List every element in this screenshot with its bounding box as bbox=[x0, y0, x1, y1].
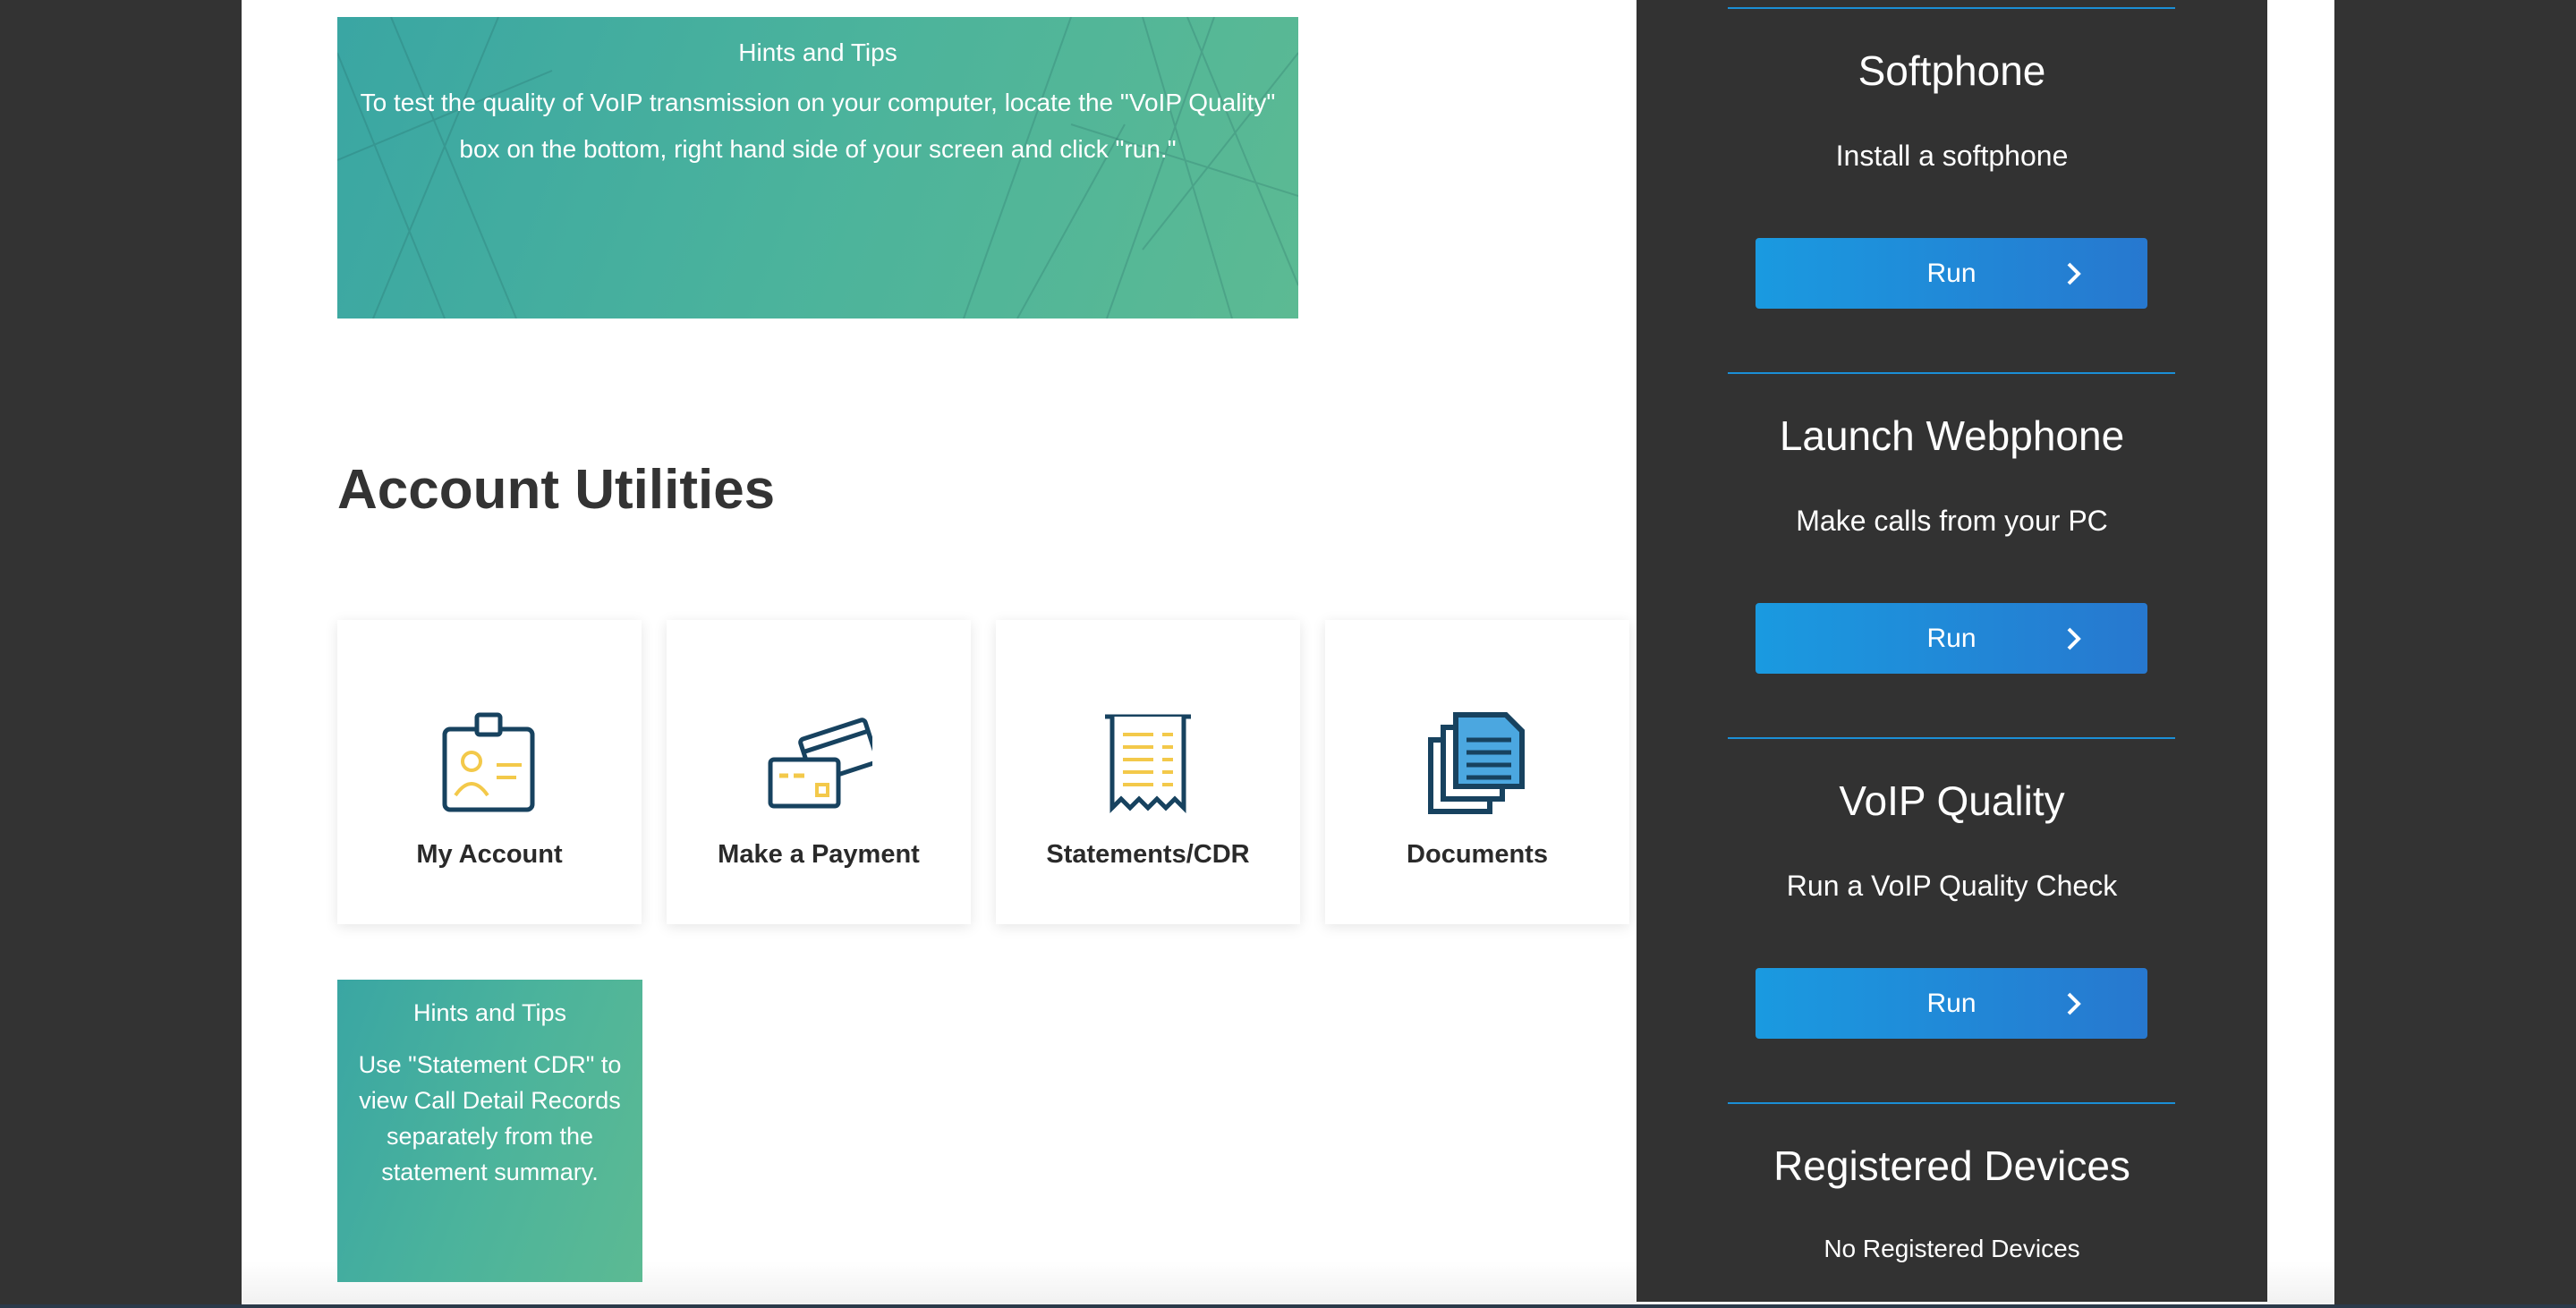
tile-statements-cdr[interactable]: Statements/CDR bbox=[996, 620, 1300, 924]
left-frame bbox=[0, 0, 242, 1308]
softphone-subtitle: Install a softphone bbox=[1835, 140, 2069, 172]
voip-quality-subtitle: Run a VoIP Quality Check bbox=[1786, 870, 2118, 902]
tile-label: My Account bbox=[416, 840, 563, 869]
documents-icon bbox=[1428, 712, 1525, 814]
section-divider bbox=[1728, 372, 2175, 374]
id-badge-icon bbox=[442, 712, 535, 812]
softphone-run-button[interactable]: Run bbox=[1756, 238, 2147, 309]
run-button-label: Run bbox=[1926, 989, 1977, 1018]
hint-title: Hints and Tips bbox=[412, 999, 567, 1026]
hint-box-voip: Hints and Tips To test the quality of Vo… bbox=[337, 17, 1298, 319]
chevron-right-icon bbox=[2067, 627, 2081, 650]
section-divider bbox=[1728, 1102, 2175, 1104]
run-button-label: Run bbox=[1926, 624, 1977, 653]
hint-text: To test the quality of VoIP transmission… bbox=[360, 89, 1276, 163]
tools-sidebar: Softphone Install a softphone Run Launch… bbox=[1637, 0, 2267, 1302]
hint-box-cdr: Hints and Tips Use "Statement CDR" to vi… bbox=[337, 980, 642, 1282]
section-title: Account Utilities bbox=[337, 459, 776, 521]
tile-label: Statements/CDR bbox=[1046, 840, 1250, 869]
registered-devices-title: Registered Devices bbox=[1773, 1142, 2130, 1189]
payment-cards-icon bbox=[768, 718, 872, 809]
receipt-icon bbox=[1105, 714, 1191, 814]
webphone-title: Launch Webphone bbox=[1779, 412, 2125, 459]
tile-label: Make a Payment bbox=[718, 840, 920, 869]
softphone-title: Softphone bbox=[1858, 47, 2046, 94]
registered-devices-text: No Registered Devices bbox=[1824, 1235, 2080, 1262]
tile-my-account[interactable]: My Account bbox=[337, 620, 642, 924]
tile-label: Documents bbox=[1407, 840, 1548, 869]
tile-documents[interactable]: Documents bbox=[1325, 620, 1629, 924]
section-divider bbox=[1728, 737, 2175, 739]
webphone-subtitle: Make calls from your PC bbox=[1796, 505, 2108, 537]
hint-text: Use "Statement CDR" to view Call Detail … bbox=[358, 1051, 622, 1185]
right-frame bbox=[2334, 0, 2576, 1308]
chevron-right-icon bbox=[2067, 992, 2081, 1015]
section-divider bbox=[1728, 7, 2175, 9]
tile-make-payment[interactable]: Make a Payment bbox=[667, 620, 971, 924]
hint-title: Hints and Tips bbox=[738, 38, 897, 66]
chevron-right-icon bbox=[2067, 262, 2081, 285]
window-bottom-edge bbox=[0, 1304, 2576, 1308]
run-button-label: Run bbox=[1926, 259, 1977, 288]
webphone-run-button[interactable]: Run bbox=[1756, 603, 2147, 674]
voip-quality-run-button[interactable]: Run bbox=[1756, 968, 2147, 1039]
voip-quality-title: VoIP Quality bbox=[1839, 777, 2065, 824]
